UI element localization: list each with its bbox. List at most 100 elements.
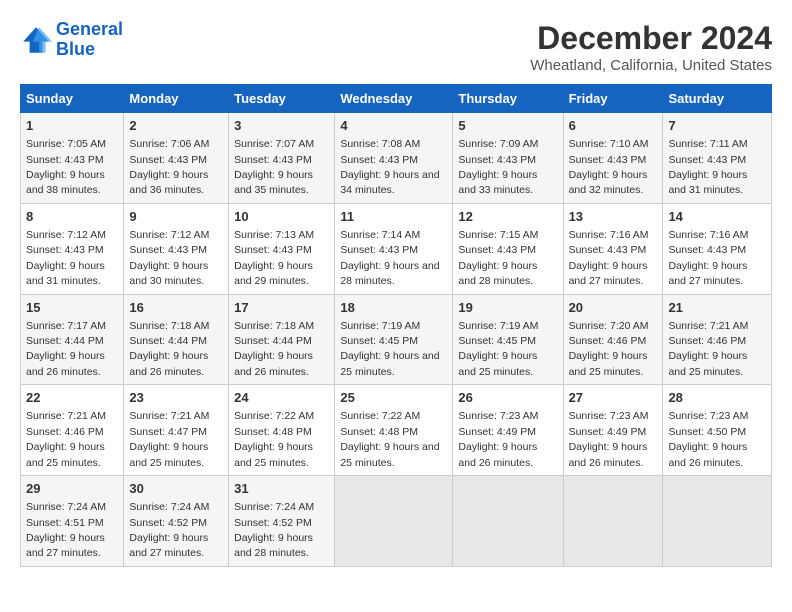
day-sunset: Sunset: 4:43 PM	[569, 154, 647, 166]
day-sunset: Sunset: 4:49 PM	[569, 426, 647, 438]
day-sunset: Sunset: 4:45 PM	[340, 335, 418, 347]
day-number: 11	[340, 208, 447, 226]
day-daylight: Daylight: 9 hours and 25 minutes.	[668, 350, 747, 377]
calendar-cell: 17 Sunrise: 7:18 AM Sunset: 4:44 PM Dayl…	[229, 294, 335, 385]
day-number: 18	[340, 299, 447, 317]
day-sunrise: Sunrise: 7:23 AM	[668, 410, 748, 422]
day-daylight: Daylight: 9 hours and 25 minutes.	[458, 350, 537, 377]
header-wednesday: Wednesday	[335, 85, 453, 113]
day-sunrise: Sunrise: 7:21 AM	[129, 410, 209, 422]
day-sunset: Sunset: 4:43 PM	[129, 244, 207, 256]
day-sunset: Sunset: 4:43 PM	[129, 154, 207, 166]
day-sunrise: Sunrise: 7:13 AM	[234, 229, 314, 241]
calendar-cell: 1 Sunrise: 7:05 AM Sunset: 4:43 PM Dayli…	[21, 113, 124, 204]
day-sunrise: Sunrise: 7:21 AM	[26, 410, 106, 422]
day-daylight: Daylight: 9 hours and 26 minutes.	[569, 441, 648, 468]
header-thursday: Thursday	[453, 85, 563, 113]
calendar-cell: 5 Sunrise: 7:09 AM Sunset: 4:43 PM Dayli…	[453, 113, 563, 204]
calendar-cell: 12 Sunrise: 7:15 AM Sunset: 4:43 PM Dayl…	[453, 203, 563, 294]
day-sunset: Sunset: 4:47 PM	[129, 426, 207, 438]
calendar-cell: 11 Sunrise: 7:14 AM Sunset: 4:43 PM Dayl…	[335, 203, 453, 294]
day-sunset: Sunset: 4:43 PM	[340, 154, 418, 166]
calendar-cell: 27 Sunrise: 7:23 AM Sunset: 4:49 PM Dayl…	[563, 385, 663, 476]
day-number: 3	[234, 117, 329, 135]
day-daylight: Daylight: 9 hours and 30 minutes.	[129, 260, 208, 287]
day-number: 20	[569, 299, 658, 317]
calendar-cell: 22 Sunrise: 7:21 AM Sunset: 4:46 PM Dayl…	[21, 385, 124, 476]
day-number: 25	[340, 389, 447, 407]
header-monday: Monday	[124, 85, 229, 113]
logo: General Blue	[20, 20, 123, 60]
day-daylight: Daylight: 9 hours and 25 minutes.	[340, 350, 439, 377]
day-number: 14	[668, 208, 766, 226]
logo-icon	[20, 24, 52, 56]
day-daylight: Daylight: 9 hours and 27 minutes.	[668, 260, 747, 287]
day-daylight: Daylight: 9 hours and 26 minutes.	[668, 441, 747, 468]
calendar-week-5: 29 Sunrise: 7:24 AM Sunset: 4:51 PM Dayl…	[21, 476, 772, 567]
header-saturday: Saturday	[663, 85, 772, 113]
title-area: December 2024 Wheatland, California, Uni…	[530, 20, 772, 74]
day-number: 5	[458, 117, 557, 135]
day-sunrise: Sunrise: 7:16 AM	[668, 229, 748, 241]
day-number: 21	[668, 299, 766, 317]
header-sunday: Sunday	[21, 85, 124, 113]
day-daylight: Daylight: 9 hours and 31 minutes.	[668, 169, 747, 196]
calendar-cell	[453, 476, 563, 567]
day-number: 28	[668, 389, 766, 407]
calendar-cell: 25 Sunrise: 7:22 AM Sunset: 4:48 PM Dayl…	[335, 385, 453, 476]
calendar-table: Sunday Monday Tuesday Wednesday Thursday…	[20, 84, 772, 567]
day-daylight: Daylight: 9 hours and 25 minutes.	[26, 441, 105, 468]
day-daylight: Daylight: 9 hours and 26 minutes.	[129, 350, 208, 377]
calendar-cell: 4 Sunrise: 7:08 AM Sunset: 4:43 PM Dayli…	[335, 113, 453, 204]
day-number: 7	[668, 117, 766, 135]
page-subtitle: Wheatland, California, United States	[530, 57, 772, 74]
calendar-cell: 26 Sunrise: 7:23 AM Sunset: 4:49 PM Dayl…	[453, 385, 563, 476]
day-sunset: Sunset: 4:43 PM	[458, 154, 536, 166]
day-sunrise: Sunrise: 7:15 AM	[458, 229, 538, 241]
calendar-week-4: 22 Sunrise: 7:21 AM Sunset: 4:46 PM Dayl…	[21, 385, 772, 476]
calendar-cell: 31 Sunrise: 7:24 AM Sunset: 4:52 PM Dayl…	[229, 476, 335, 567]
day-sunrise: Sunrise: 7:16 AM	[569, 229, 649, 241]
day-number: 19	[458, 299, 557, 317]
day-daylight: Daylight: 9 hours and 27 minutes.	[26, 532, 105, 559]
calendar-cell: 2 Sunrise: 7:06 AM Sunset: 4:43 PM Dayli…	[124, 113, 229, 204]
day-sunset: Sunset: 4:43 PM	[234, 244, 312, 256]
calendar-cell	[335, 476, 453, 567]
day-sunrise: Sunrise: 7:24 AM	[234, 501, 314, 513]
day-number: 13	[569, 208, 658, 226]
day-daylight: Daylight: 9 hours and 36 minutes.	[129, 169, 208, 196]
day-number: 15	[26, 299, 118, 317]
day-sunset: Sunset: 4:52 PM	[129, 517, 207, 529]
day-sunrise: Sunrise: 7:22 AM	[234, 410, 314, 422]
day-daylight: Daylight: 9 hours and 38 minutes.	[26, 169, 105, 196]
day-sunset: Sunset: 4:44 PM	[129, 335, 207, 347]
day-number: 4	[340, 117, 447, 135]
day-sunrise: Sunrise: 7:12 AM	[129, 229, 209, 241]
day-sunrise: Sunrise: 7:14 AM	[340, 229, 420, 241]
day-sunrise: Sunrise: 7:18 AM	[234, 320, 314, 332]
day-number: 8	[26, 208, 118, 226]
day-sunrise: Sunrise: 7:06 AM	[129, 138, 209, 150]
day-number: 6	[569, 117, 658, 135]
day-sunrise: Sunrise: 7:09 AM	[458, 138, 538, 150]
day-sunset: Sunset: 4:45 PM	[458, 335, 536, 347]
day-sunrise: Sunrise: 7:05 AM	[26, 138, 106, 150]
day-number: 22	[26, 389, 118, 407]
day-sunset: Sunset: 4:43 PM	[668, 244, 746, 256]
day-number: 30	[129, 480, 223, 498]
page-title: December 2024	[530, 20, 772, 57]
day-sunrise: Sunrise: 7:23 AM	[569, 410, 649, 422]
day-sunset: Sunset: 4:48 PM	[234, 426, 312, 438]
day-daylight: Daylight: 9 hours and 34 minutes.	[340, 169, 439, 196]
calendar-cell: 8 Sunrise: 7:12 AM Sunset: 4:43 PM Dayli…	[21, 203, 124, 294]
day-number: 31	[234, 480, 329, 498]
logo-text: General Blue	[56, 20, 123, 60]
calendar-week-1: 1 Sunrise: 7:05 AM Sunset: 4:43 PM Dayli…	[21, 113, 772, 204]
calendar-week-3: 15 Sunrise: 7:17 AM Sunset: 4:44 PM Dayl…	[21, 294, 772, 385]
calendar-cell: 10 Sunrise: 7:13 AM Sunset: 4:43 PM Dayl…	[229, 203, 335, 294]
day-sunset: Sunset: 4:48 PM	[340, 426, 418, 438]
day-number: 2	[129, 117, 223, 135]
calendar-cell: 3 Sunrise: 7:07 AM Sunset: 4:43 PM Dayli…	[229, 113, 335, 204]
calendar-cell: 28 Sunrise: 7:23 AM Sunset: 4:50 PM Dayl…	[663, 385, 772, 476]
day-sunrise: Sunrise: 7:12 AM	[26, 229, 106, 241]
